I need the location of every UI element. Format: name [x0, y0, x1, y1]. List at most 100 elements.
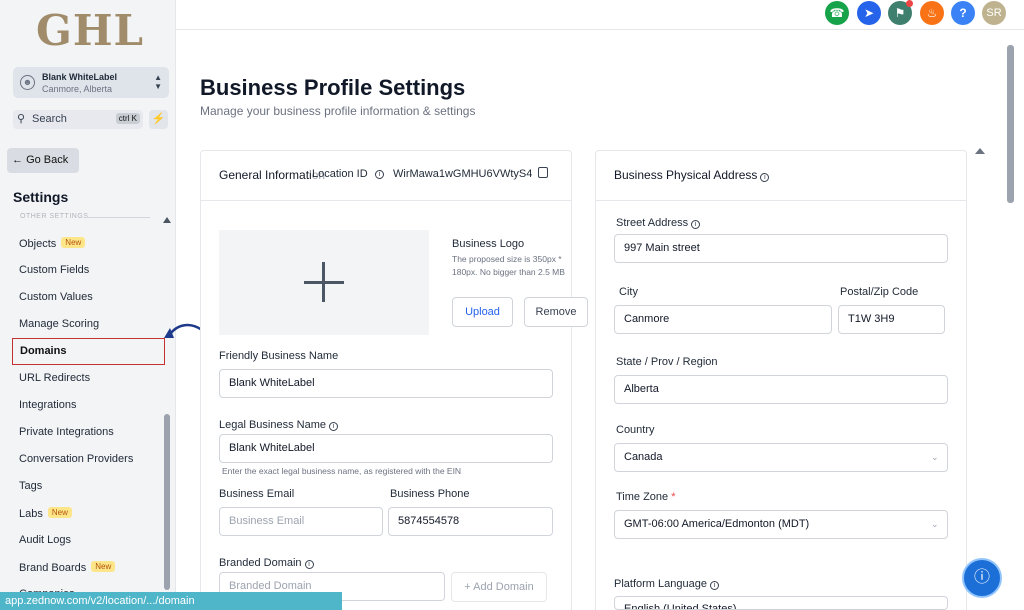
card-divider: [596, 200, 966, 201]
zip-input[interactable]: T1W 3H9: [838, 305, 945, 334]
timezone-label-text: Time Zone: [616, 491, 669, 503]
logo-hint-line-2: 180px. No bigger than 2.5 MB: [452, 267, 565, 277]
sidebar-item-integrations[interactable]: Integrations: [19, 399, 76, 411]
phone-icon[interactable]: ☎: [825, 1, 849, 25]
legal-name-label: Legal Business Name i: [219, 419, 339, 431]
sidebar-item-brand-boards[interactable]: Brand Boards New: [19, 561, 116, 574]
sidebar-item-custom-fields[interactable]: Custom Fields: [19, 264, 89, 276]
business-phone-input[interactable]: 5874554578: [388, 507, 553, 536]
sidebar-item-private-integrations[interactable]: Private Integrations: [19, 426, 114, 438]
street-address-input[interactable]: 997 Main street: [614, 234, 948, 263]
lightning-icon[interactable]: ⚡: [149, 110, 168, 129]
info-icon: i: [709, 581, 719, 590]
info-icon: i: [375, 170, 384, 179]
platform-language-label-text: Platform Language: [614, 578, 707, 590]
section-label: OTHER SETTINGS: [20, 213, 89, 220]
collapse-icon[interactable]: [163, 217, 171, 223]
info-icon: i: [304, 560, 314, 569]
sidebar-item-domains[interactable]: Domains: [12, 338, 165, 365]
help-icon[interactable]: ?: [951, 1, 975, 25]
country-select[interactable]: Canada: [614, 443, 948, 472]
business-email-input[interactable]: Business Email: [219, 507, 383, 536]
sidebar-item-label: Labs: [19, 508, 43, 520]
sidebar-item-tags[interactable]: Tags: [19, 480, 42, 492]
sidebar-item-objects[interactable]: Objects New: [19, 237, 86, 250]
country-label: Country: [616, 424, 655, 436]
location-switcher[interactable]: ☻ Blank WhiteLabel Canmore, Alberta ▲ ▼: [13, 67, 169, 98]
brand-logo[interactable]: GHL: [36, 6, 144, 55]
branded-domain-label-text: Branded Domain: [219, 557, 302, 569]
sidebar: GHL ☻ Blank WhiteLabel Canmore, Alberta …: [0, 0, 176, 610]
page-subtitle: Manage your business profile information…: [200, 104, 476, 118]
info-icon: i: [760, 173, 770, 182]
user-avatar[interactable]: SR: [982, 1, 1006, 25]
branded-domain-label: Branded Domain i: [219, 557, 314, 569]
go-back-label: Go Back: [26, 154, 69, 166]
sidebar-item-label: Brand Boards: [19, 562, 87, 574]
search-shortcut: ctrl K: [115, 113, 140, 124]
remove-button[interactable]: Remove: [524, 297, 588, 327]
street-address-label-text: Street Address: [616, 217, 689, 229]
sidebar-item-label: Objects: [19, 238, 57, 250]
copy-icon[interactable]: [538, 167, 548, 178]
sidebar-item-conversation-providers[interactable]: Conversation Providers: [19, 453, 133, 465]
business-phone-label: Business Phone: [390, 488, 470, 500]
business-logo-label: Business Logo: [452, 238, 525, 250]
bell-icon[interactable]: ♨: [920, 1, 944, 25]
location-id-label: Location ID: [312, 168, 368, 180]
legal-name-input[interactable]: Blank WhiteLabel: [219, 434, 553, 463]
platform-language-select[interactable]: English (United States): [614, 596, 948, 610]
status-bar-url: app.zednow.com/v2/location/.../domain: [0, 592, 342, 610]
zip-label: Postal/Zip Code: [840, 286, 919, 298]
info-icon: i: [329, 422, 339, 431]
settings-title: Settings: [13, 189, 69, 205]
new-badge: New: [91, 561, 116, 572]
city-label: City: [619, 286, 638, 298]
search-icon: ⚲: [17, 113, 26, 125]
sidebar-item-audit-logs[interactable]: Audit Logs: [19, 534, 71, 546]
upload-button[interactable]: Upload: [452, 297, 513, 327]
page-title: Business Profile Settings: [200, 75, 466, 100]
top-bar: ☎ ➤ ⚑ ♨ ? SR: [176, 0, 1024, 30]
address-title: Business Physical Address i: [614, 168, 770, 182]
scroll-up-icon[interactable]: [975, 148, 985, 154]
timezone-select[interactable]: GMT-06:00 America/Edmonton (MDT): [614, 510, 948, 539]
arrow-left-icon: ←: [12, 154, 23, 166]
sidebar-scrollbar[interactable]: [164, 414, 170, 590]
info-icon: i: [691, 220, 701, 229]
sidebar-item-custom-values[interactable]: Custom Values: [19, 291, 93, 303]
rocket-icon[interactable]: ➤: [857, 1, 881, 25]
search-label: Search: [32, 113, 67, 125]
state-label: State / Prov / Region: [616, 356, 718, 368]
section-divider: [88, 217, 150, 218]
plus-icon-vertical: [322, 262, 325, 302]
location-icon: ☻: [20, 75, 35, 90]
location-id-value: WirMawa1wGMHU6VWtyS4: [393, 168, 533, 180]
city-input[interactable]: Canmore: [614, 305, 832, 334]
legal-name-label-text: Legal Business Name: [219, 419, 327, 431]
card-divider: [201, 200, 571, 201]
friendly-name-input[interactable]: Blank WhiteLabel: [219, 369, 553, 398]
chevron-updown-icon: ▲ ▼: [154, 73, 162, 91]
friendly-name-label: Friendly Business Name: [219, 350, 339, 362]
search-box[interactable]: ⚲ Search ctrl K: [13, 110, 143, 129]
address-title-text: Business Physical Address: [614, 168, 758, 182]
required-marker: *: [671, 491, 676, 503]
add-domain-button[interactable]: + Add Domain: [451, 572, 547, 602]
general-info-title: General Information: [219, 168, 326, 182]
main-scrollbar[interactable]: [1007, 45, 1014, 203]
location-city: Canmore, Alberta: [42, 84, 113, 94]
chevron-down-icon: ⌄: [931, 519, 939, 529]
state-input[interactable]: Alberta: [614, 375, 948, 404]
sidebar-item-label: Domains: [20, 345, 67, 357]
chat-help-button[interactable]: ⓘ: [962, 558, 1002, 598]
chevron-down-icon: ⌄: [931, 452, 939, 462]
sidebar-item-labs[interactable]: Labs New: [19, 507, 72, 520]
chat-icon: ⓘ: [973, 569, 990, 586]
go-back-button[interactable]: ← Go Back: [7, 148, 79, 173]
notification-dot: [906, 0, 913, 7]
new-badge: New: [61, 237, 86, 248]
location-name: Blank WhiteLabel: [42, 72, 118, 82]
sidebar-item-url-redirects[interactable]: URL Redirects: [19, 372, 90, 384]
sidebar-item-manage-scoring[interactable]: Manage Scoring: [19, 318, 99, 330]
